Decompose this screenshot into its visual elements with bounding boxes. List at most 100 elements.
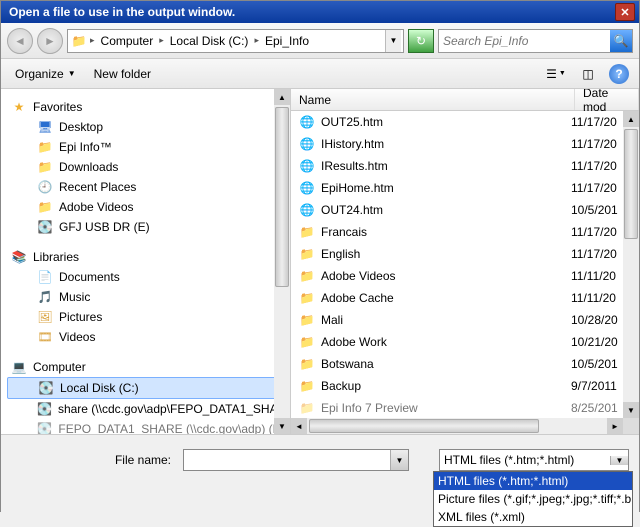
help-button[interactable]: ?	[609, 64, 629, 84]
scroll-thumb[interactable]	[275, 107, 289, 287]
back-button[interactable]: ◄	[7, 28, 33, 54]
folder-icon: 📁	[37, 159, 53, 175]
scroll-thumb[interactable]	[624, 129, 638, 239]
file-date: 10/21/20	[571, 335, 631, 349]
filename-combo: ▼	[183, 449, 409, 471]
filetype-option[interactable]: Picture files (*.gif;*.jpeg;*.jpg;*.tiff…	[434, 490, 632, 508]
recent-icon: 🕘	[37, 179, 53, 195]
tree-item[interactable]: 🎞Videos	[7, 327, 290, 347]
file-row[interactable]: 🌐IResults.htm11/17/20	[291, 155, 639, 177]
tree-item[interactable]: 🎵Music	[7, 287, 290, 307]
breadcrumb[interactable]: 📁 ▸ Computer ▸ Local Disk (C:) ▸ Epi_Inf…	[67, 29, 404, 53]
file-name: Adobe Cache	[321, 291, 394, 305]
tree-item[interactable]: 💽FEPO_DATA1_SHARE (\\cdc.gov\adp) (M:)	[7, 419, 290, 434]
file-name: English	[321, 247, 360, 261]
breadcrumb-seg[interactable]: Epi_Info	[261, 34, 313, 48]
tree-item[interactable]: 🖥Desktop	[7, 117, 290, 137]
folder-icon: 📁	[299, 334, 315, 350]
file-row[interactable]: 📁English11/17/20	[291, 243, 639, 265]
file-row[interactable]: 🌐OUT25.htm11/17/20	[291, 111, 639, 133]
scroll-track[interactable]	[623, 127, 639, 402]
tree-item[interactable]: 💽share (\\cdc.gov\adp\FEPO_DATA1_SHARE) …	[7, 399, 290, 419]
file-row[interactable]: 📁Epi Info 7 Preview8/25/201	[291, 397, 639, 419]
scroll-thumb[interactable]	[309, 419, 539, 433]
scroll-left-icon[interactable]: ◄	[291, 418, 307, 434]
view-button[interactable]: ☰▼	[545, 63, 567, 85]
file-row[interactable]: 📁Adobe Videos11/11/20	[291, 265, 639, 287]
folder-icon: 📁	[70, 32, 88, 50]
tree-item[interactable]: 📁Epi Info™	[7, 137, 290, 157]
chevron-icon: ▸	[90, 35, 95, 46]
file-name: Francais	[321, 225, 367, 239]
preview-pane-button[interactable]: ◫	[577, 63, 599, 85]
file-row[interactable]: 🌐IHistory.htm11/17/20	[291, 133, 639, 155]
scroll-right-icon[interactable]: ►	[607, 418, 623, 434]
breadcrumb-dropdown[interactable]: ▼	[385, 30, 401, 52]
file-name: Adobe Work	[321, 335, 387, 349]
chevron-icon: ▸	[254, 35, 259, 46]
file-row[interactable]: 📁Backup9/7/2011	[291, 375, 639, 397]
file-name: Backup	[321, 379, 361, 393]
filetype-option[interactable]: XML files (*.xml)	[434, 508, 632, 526]
tree-item[interactable]: 📄Documents	[7, 267, 290, 287]
search-icon[interactable]: 🔍	[610, 30, 632, 52]
pictures-icon: 🖼	[37, 309, 53, 325]
breadcrumb-seg[interactable]: Local Disk (C:)	[166, 34, 253, 48]
filetype-option[interactable]: HTML files (*.htm;*.html)	[434, 472, 632, 490]
file-list: Name Date mod 🌐OUT25.htm11/17/20🌐IHistor…	[291, 89, 639, 434]
scroll-track[interactable]	[307, 418, 607, 434]
new-folder-button[interactable]: New folder	[90, 65, 155, 83]
filename-input[interactable]	[184, 450, 390, 470]
libraries-icon: 📚	[11, 249, 27, 265]
scroll-track[interactable]	[274, 105, 290, 418]
breadcrumb-seg[interactable]: Computer	[97, 34, 158, 48]
chevron-down-icon: ▼	[68, 69, 76, 78]
scroll-up-icon[interactable]: ▲	[623, 111, 639, 127]
file-date: 9/7/2011	[571, 379, 631, 393]
file-row[interactable]: 📁Adobe Cache11/11/20	[291, 287, 639, 309]
folder-icon: 📁	[299, 246, 315, 262]
toolbar: Organize▼ New folder ☰▼ ◫ ?	[1, 59, 639, 89]
list-scrollbar-v[interactable]: ▲ ▼	[623, 111, 639, 418]
organize-button[interactable]: Organize▼	[11, 65, 80, 83]
column-date[interactable]: Date mod	[575, 89, 639, 110]
nav-tree: ★Favorites 🖥Desktop 📁Epi Info™ 📁Download…	[1, 89, 291, 434]
forward-button[interactable]: ►	[37, 28, 63, 54]
refresh-button[interactable]: ↻	[408, 29, 434, 53]
file-row[interactable]: 🌐OUT24.htm10/5/201	[291, 199, 639, 221]
file-date: 11/17/20	[571, 137, 631, 151]
filetype-combo[interactable]: HTML files (*.htm;*.html) ▼	[439, 449, 629, 471]
tree-item[interactable]: 💽GFJ USB DR (E)	[7, 217, 290, 237]
tree-section-computer[interactable]: 💻Computer	[7, 357, 290, 377]
chevron-down-icon[interactable]: ▼	[610, 456, 628, 465]
scroll-down-icon[interactable]: ▼	[274, 418, 290, 434]
desktop-icon: 🖥	[37, 119, 53, 135]
file-row[interactable]: 📁 Adobe Work 10/21/20	[291, 331, 639, 353]
tree-item[interactable]: 📁Downloads	[7, 157, 290, 177]
search-input[interactable]	[439, 34, 610, 48]
file-row[interactable]: 📁Mali10/28/20	[291, 309, 639, 331]
column-name[interactable]: Name	[291, 89, 575, 110]
scroll-down-icon[interactable]: ▼	[623, 402, 639, 418]
tree-section-favorites[interactable]: ★Favorites	[7, 97, 290, 117]
file-name: OUT24.htm	[321, 203, 383, 217]
tree-item[interactable]: 📁Adobe Videos	[7, 197, 290, 217]
scroll-up-icon[interactable]: ▲	[274, 89, 290, 105]
close-button[interactable]: ✕	[615, 3, 635, 21]
file-name: EpiHome.htm	[321, 181, 394, 195]
file-row[interactable]: 📁Botswana10/5/201	[291, 353, 639, 375]
tree-section-libraries[interactable]: 📚Libraries	[7, 247, 290, 267]
html-file-icon: 🌐	[299, 158, 315, 174]
list-scrollbar-h[interactable]: ◄ ►	[291, 418, 639, 434]
file-date: 11/11/20	[571, 291, 631, 305]
chevron-down-icon[interactable]: ▼	[390, 450, 408, 470]
file-date: 11/17/20	[571, 159, 631, 173]
tree-item[interactable]: 🖼Pictures	[7, 307, 290, 327]
file-row[interactable]: 📁Francais11/17/20	[291, 221, 639, 243]
tree-item-selected[interactable]: 💽Local Disk (C:)	[7, 377, 290, 399]
tree-item[interactable]: 🕘Recent Places	[7, 177, 290, 197]
file-date: 11/17/20	[571, 115, 631, 129]
file-row[interactable]: 🌐EpiHome.htm11/17/20	[291, 177, 639, 199]
tree-scrollbar[interactable]: ▲ ▼	[274, 89, 290, 434]
folder-icon: 📁	[299, 400, 315, 416]
